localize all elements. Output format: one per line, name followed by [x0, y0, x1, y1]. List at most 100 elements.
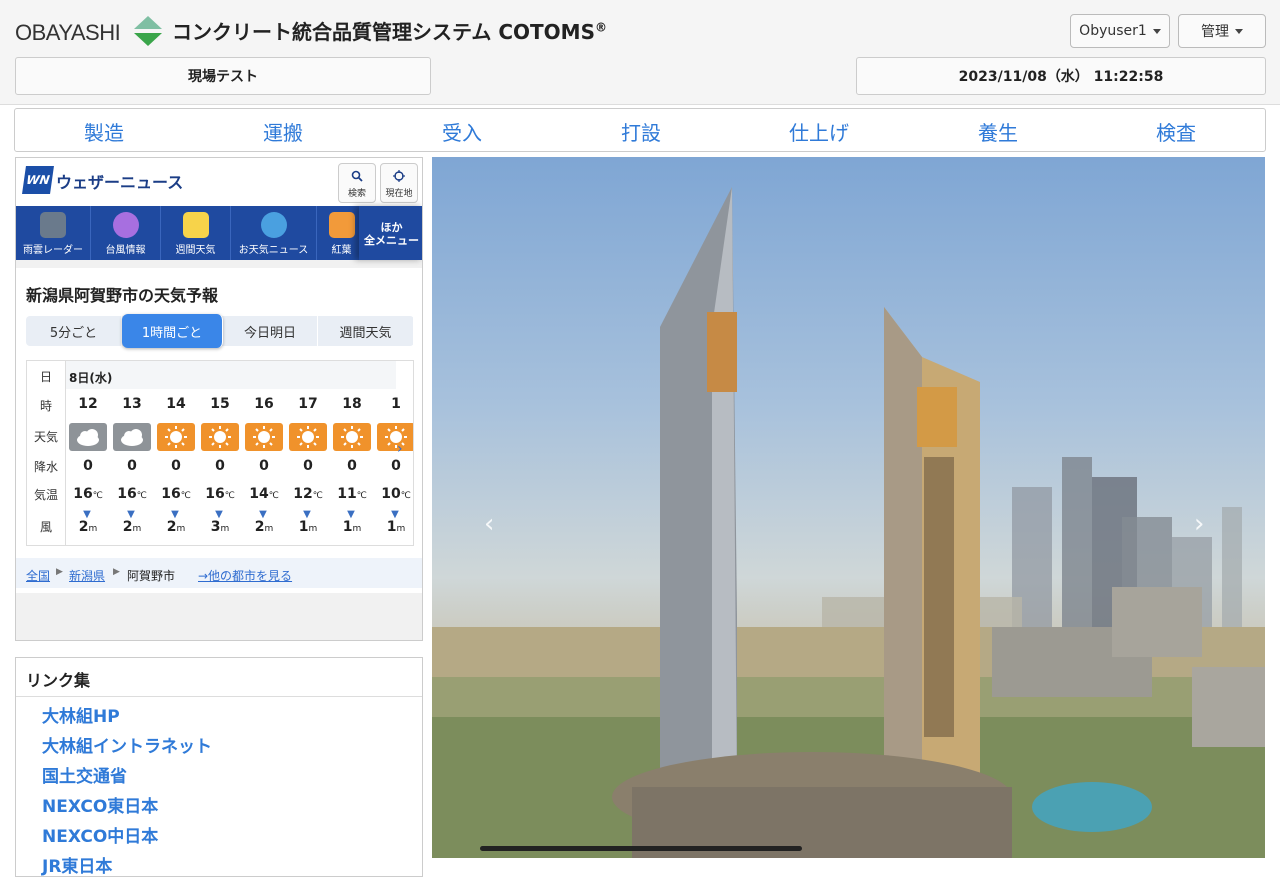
wind-unit: m [308, 524, 318, 534]
link-jr-east[interactable]: JR東日本 [42, 852, 112, 876]
temp-unit: ℃ [400, 491, 411, 501]
wind-direction-icon: ▼ [127, 509, 135, 520]
menu-rain-radar[interactable]: 雨雲レーダー [16, 206, 91, 260]
user-menu-button[interactable]: Obyuser1 [1070, 14, 1170, 48]
app-title: コンクリート統合品質管理システム COTOMS® [172, 16, 607, 45]
link-obayashi-hp[interactable]: 大林組HP [42, 702, 120, 727]
forecast-temp: 16℃ [110, 486, 154, 502]
weather-location-button[interactable]: 現在地 [380, 163, 418, 203]
menu-weekly[interactable]: 週間天気 [161, 206, 231, 260]
other-cities-link[interactable]: →他の都市を見る [198, 567, 292, 584]
forecast-temp: 10℃ [374, 486, 413, 502]
forecast-hour: 18 [342, 396, 362, 412]
chevron-right-icon[interactable]: › [397, 441, 403, 457]
tab-weekly[interactable]: 週間天気 [318, 316, 414, 346]
forecast-hour: 16 [254, 396, 274, 412]
search-icon [351, 170, 363, 182]
nav-manufacture[interactable]: 製造 [84, 117, 124, 146]
wind-direction-icon: ▼ [171, 509, 179, 520]
forecast-column: 18 0 11℃ ▼ 1m [330, 361, 374, 545]
breadcrumb-city: 阿賀野市 [127, 569, 176, 583]
weathernews-logo[interactable]: WN [22, 166, 54, 194]
weather-breadcrumb: 全国 ▶ 新潟県 ▶ 阿賀野市 →他の都市を見る [16, 558, 422, 588]
row-label-weather: 天気 [33, 430, 58, 444]
nav-finishing[interactable]: 仕上げ [789, 117, 849, 146]
link-nexco-central[interactable]: NEXCO中日本 [42, 822, 158, 847]
weathernews-brand[interactable]: ウェザーニュース [56, 169, 183, 193]
link-obayashi-intranet[interactable]: 大林組イントラネット [42, 732, 212, 757]
wind-direction-icon: ▼ [259, 509, 267, 520]
obayashi-logo-icon [134, 16, 162, 46]
carousel-next-button[interactable]: › [1194, 509, 1204, 539]
row-label-wind: 風 [39, 520, 52, 534]
weather-location-label: 現在地 [385, 189, 413, 199]
forecast-hour: 15 [210, 396, 230, 412]
nav-acceptance[interactable]: 受入 [442, 117, 482, 146]
menu-more-label-1: ほか [380, 221, 403, 234]
datetime-box: 2023/11/08（水） 11:22:58 [856, 57, 1266, 95]
forecast-temp: 12℃ [286, 486, 330, 502]
links-panel: リンク集 大林組HP 大林組イントラネット 国土交通省 NEXCO東日本 NEX… [15, 657, 423, 877]
forecast-precip: 0 [171, 458, 181, 474]
row-label-day: 日 [39, 370, 52, 384]
nav-placing[interactable]: 打設 [621, 117, 661, 146]
menu-news[interactable]: お天気ニュース [231, 206, 317, 260]
temp-unit: ℃ [92, 491, 103, 501]
link-mlit[interactable]: 国土交通省 [42, 762, 127, 787]
menu-typhoon[interactable]: 台風情報 [91, 206, 161, 260]
forecast-temp-value: 16 [161, 486, 181, 502]
wind-unit: m [132, 524, 142, 534]
process-nav: 製造 運搬 受入 打設 仕上げ 養生 検査 [14, 108, 1266, 152]
tab-today-tomorrow[interactable]: 今日明日 [223, 316, 318, 346]
forecast-temp-value: 12 [293, 486, 313, 502]
forecast-wind: 2m [154, 519, 198, 535]
nav-transport[interactable]: 運搬 [263, 117, 303, 146]
breadcrumb-pref[interactable]: 新潟県 [69, 567, 105, 584]
nav-inspection[interactable]: 検査 [1156, 117, 1196, 146]
forecast-wind: 3m [198, 519, 242, 535]
menu-more-button[interactable]: ほか 全メニュー [359, 206, 422, 260]
admin-menu-button[interactable]: 管理 [1178, 14, 1266, 48]
forecast-hour: 1 [391, 396, 401, 412]
globe-icon [260, 212, 287, 238]
forecast-wind: 1m [374, 519, 413, 535]
forecast-column: 15 0 16℃ ▼ 3m [198, 361, 242, 545]
link-nexco-east[interactable]: NEXCO東日本 [42, 792, 158, 817]
forecast-hour: 14 [166, 396, 186, 412]
forecast-hour: 17 [298, 396, 318, 412]
links-title: リンク集 [26, 671, 91, 690]
menu-typhoon-label: 台風情報 [105, 245, 146, 256]
weather-search-button[interactable]: 検索 [338, 163, 376, 203]
carousel-prev-button[interactable]: ‹ [484, 509, 494, 539]
forecast-precip: 0 [303, 458, 313, 474]
forecast-temp-value: 16 [117, 486, 137, 502]
forecast-wind: 1m [286, 519, 330, 535]
app-header: OBAYASHI コンクリート統合品質管理システム COTOMS® Obyuse… [0, 0, 1280, 105]
row-label-precip: 降水 [33, 460, 58, 474]
menu-rain-radar-label: 雨雲レーダー [23, 245, 83, 256]
photo-carousel[interactable]: ‹ › [432, 157, 1265, 858]
wind-unit: m [352, 524, 362, 534]
wind-direction-icon: ▼ [215, 509, 223, 520]
breadcrumb-all[interactable]: 全国 [26, 567, 50, 584]
temp-unit: ℃ [224, 491, 235, 501]
forecast-precip: 0 [83, 458, 93, 474]
nav-curing[interactable]: 養生 [978, 117, 1018, 146]
forecast-tabs: 5分ごと 1時間ごと 今日明日 週間天気 [26, 314, 414, 348]
admin-menu-label: 管理 [1201, 24, 1229, 40]
caret-down-icon [1152, 28, 1161, 34]
tab-5min[interactable]: 5分ごと [26, 316, 122, 346]
temp-unit: ℃ [136, 491, 147, 501]
forecast-temp: 16℃ [66, 486, 110, 502]
forecast-precip: 0 [391, 458, 401, 474]
temp-unit: ℃ [268, 491, 279, 501]
site-name: 現場テスト [188, 69, 258, 85]
forecast-column: 14 0 16℃ ▼ 2m [154, 361, 198, 545]
tab-hourly[interactable]: 1時間ごと [122, 314, 223, 348]
city-skyline-image [432, 187, 1265, 858]
forecast-wind: 1m [330, 519, 374, 535]
wind-direction-icon: ▼ [391, 509, 399, 520]
forecast-wind: 2m [242, 519, 286, 535]
cloudy-icon [69, 423, 107, 451]
forecast-title: 新潟県阿賀野市の天気予報 [26, 286, 219, 305]
